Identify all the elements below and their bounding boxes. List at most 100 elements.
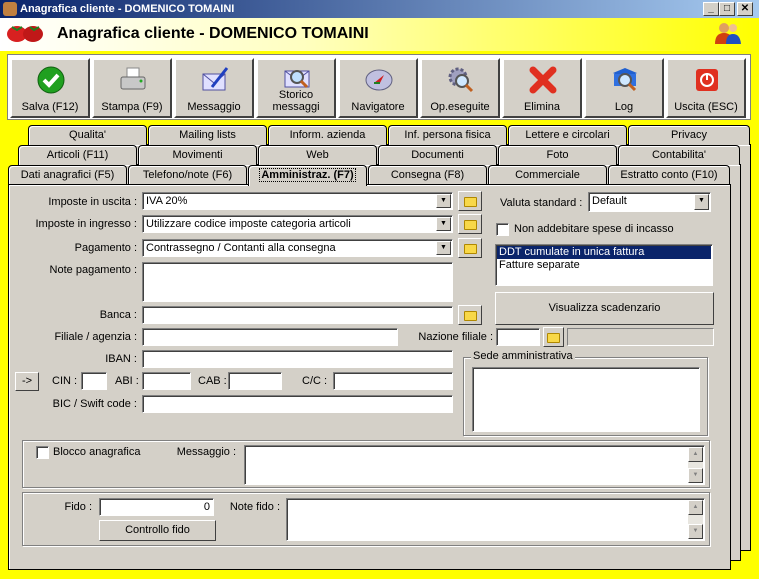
iban-input[interactable] [142, 350, 453, 368]
nazione-filiale-input[interactable] [496, 328, 540, 346]
blocco-anagrafica-label: Blocco anagrafica [53, 446, 141, 458]
tab-dati-anagrafici-f5[interactable]: Dati anagrafici (F5) [8, 165, 127, 185]
imposte-uscita-combo[interactable]: IVA 20% ▼ [142, 192, 453, 210]
pagamento-combo[interactable]: Contrassegno / Contanti alla consegna ▼ [142, 239, 453, 257]
visualizza-scadenzario-button[interactable]: Visualizza scadenzario [495, 292, 714, 325]
fido-input[interactable]: 0 [99, 498, 214, 516]
chevron-down-icon[interactable]: ▼ [436, 241, 451, 255]
valuta-combo[interactable]: Default ▼ [588, 192, 711, 212]
tab-privacy[interactable]: Privacy [628, 125, 750, 145]
fido-label: Fido : [64, 501, 92, 513]
abi-input[interactable] [142, 372, 191, 390]
users-icon[interactable] [714, 20, 742, 46]
tab-articoli-f11[interactable]: Articoli (F11) [18, 145, 137, 165]
gears-search-icon [448, 67, 474, 93]
toolbar-button-log[interactable]: Log [584, 58, 664, 118]
tab-foto[interactable]: Foto [498, 145, 617, 165]
envelope-pen-icon [202, 67, 229, 91]
chevron-down-icon[interactable]: ▼ [436, 194, 451, 208]
sede-amministrativa-title: Sede amministrativa [471, 350, 575, 362]
toolbar-button-storico-messaggi[interactable]: Storico messaggi [256, 58, 336, 118]
delete-x-icon [529, 66, 557, 94]
tab-inform-azienda[interactable]: Inform. azienda [268, 125, 387, 145]
tab-estratto-conto-f10[interactable]: Estratto conto (F10) [608, 165, 730, 185]
scroll-down-icon[interactable]: ▼ [688, 468, 703, 483]
imposte-ingresso-folder-button[interactable] [458, 214, 482, 234]
bic-label: BIC / Swift code : [52, 398, 137, 410]
toolbar-button-label: Uscita (ESC) [674, 101, 738, 113]
tab-label: Contabilita' [651, 149, 707, 161]
tab-label: Lettere e circolari [525, 129, 610, 141]
toolbar-button-messaggio[interactable]: Messaggio [174, 58, 254, 118]
controllo-fido-button[interactable]: Controllo fido [99, 520, 216, 541]
cc-input[interactable] [333, 372, 453, 390]
tab-label: Privacy [670, 129, 708, 141]
scroll-up-icon[interactable]: ▲ [688, 447, 703, 462]
bic-input[interactable] [142, 395, 453, 413]
tab-mailing-lists[interactable]: Mailing lists [148, 125, 267, 145]
tab-inf-persona-fisica[interactable]: Inf. persona fisica [388, 125, 507, 145]
imposte-ingresso-value: Utilizzare codice imposte categoria arti… [146, 218, 351, 230]
scrollbar[interactable]: ▲ ▼ [688, 500, 703, 539]
toolbar-button-uscita-esc[interactable]: Uscita (ESC) [666, 58, 746, 118]
scroll-down-icon[interactable]: ▼ [688, 524, 703, 539]
strawberry-logo-icon [7, 26, 43, 42]
nazione-filiale-folder-button[interactable] [543, 327, 564, 347]
sede-amministrativa-textarea[interactable] [472, 367, 700, 432]
pagamento-folder-button[interactable] [458, 238, 482, 258]
minimize-button[interactable]: _ [703, 2, 719, 16]
tab-label: Inform. azienda [289, 129, 366, 141]
toolbar-button-elimina[interactable]: Elimina [502, 58, 582, 118]
cin-input[interactable] [81, 372, 107, 390]
tab-web[interactable]: Web [258, 145, 377, 165]
tab-qualita[interactable]: Qualita' [28, 125, 147, 145]
fatturazione-listbox[interactable]: DDT cumulate in unica fattura Fatture se… [495, 244, 713, 286]
tab-label: Inf. persona fisica [404, 129, 491, 141]
close-button[interactable]: ✕ [737, 2, 753, 16]
tab-label: Estratto conto (F10) [620, 169, 718, 181]
toolbar-button-salva-f12[interactable]: Salva (F12) [10, 58, 90, 118]
check-icon [37, 66, 65, 94]
iban-compose-button[interactable]: -> [15, 372, 39, 391]
imposte-uscita-folder-button[interactable] [458, 191, 482, 211]
tab-movimenti[interactable]: Movimenti [138, 145, 257, 165]
nazione-filiale-label: Nazione filiale : [418, 331, 493, 343]
note-pagamento-textarea[interactable] [142, 262, 453, 302]
list-item-selected[interactable]: DDT cumulate in unica fattura [497, 246, 711, 259]
tab-telefono-note-f6[interactable]: Telefono/note (F6) [128, 165, 247, 185]
folder-icon [464, 311, 477, 321]
maximize-button[interactable]: □ [719, 2, 735, 16]
tab-lettere-e-circolari[interactable]: Lettere e circolari [508, 125, 627, 145]
toolbar-button-navigatore[interactable]: Navigatore [338, 58, 418, 118]
chevron-down-icon[interactable]: ▼ [436, 217, 451, 231]
filiale-input[interactable] [142, 328, 398, 346]
toolbar-button-label: Salva (F12) [21, 101, 79, 113]
banca-input[interactable] [142, 306, 453, 324]
blocco-anagrafica-checkbox[interactable] [36, 446, 49, 459]
folder-icon [464, 244, 477, 254]
scrollbar[interactable]: ▲ ▼ [688, 447, 703, 483]
toolbar-button-op-eseguite[interactable]: Op.eseguite [420, 58, 500, 118]
tab-label: Telefono/note (F6) [142, 169, 233, 181]
tab-documenti[interactable]: Documenti [378, 145, 497, 165]
banca-folder-button[interactable] [458, 305, 482, 325]
toolbar-button-label: Op.eseguite [430, 101, 490, 113]
header: Anagrafica cliente - DOMENICO TOMAINI [0, 18, 759, 51]
list-item[interactable]: Fatture separate [497, 259, 711, 272]
note-fido-textarea[interactable]: ▲ ▼ [286, 498, 705, 541]
tab-amministraz-f7[interactable]: Amministraz. (F7) [248, 165, 367, 186]
toolbar-button-stampa-f9[interactable]: Stampa (F9) [92, 58, 172, 118]
imposte-ingresso-combo[interactable]: Utilizzare codice imposte categoria arti… [142, 215, 453, 233]
tab-label: Documenti [411, 149, 464, 161]
tab-contabilita[interactable]: Contabilita' [618, 145, 740, 165]
tab-consegna-f8[interactable]: Consegna (F8) [368, 165, 487, 185]
non-addebitare-checkbox[interactable] [496, 223, 509, 236]
tab-commerciale[interactable]: Commerciale [488, 165, 607, 185]
messaggio-textarea[interactable]: ▲ ▼ [244, 445, 705, 485]
folder-icon [464, 220, 477, 230]
valuta-label: Valuta standard : [500, 197, 583, 209]
scroll-up-icon[interactable]: ▲ [688, 500, 703, 515]
cab-input[interactable] [228, 372, 282, 390]
chevron-down-icon[interactable]: ▼ [694, 194, 709, 210]
window-titlebar: Anagrafica cliente - DOMENICO TOMAINI [0, 0, 759, 18]
